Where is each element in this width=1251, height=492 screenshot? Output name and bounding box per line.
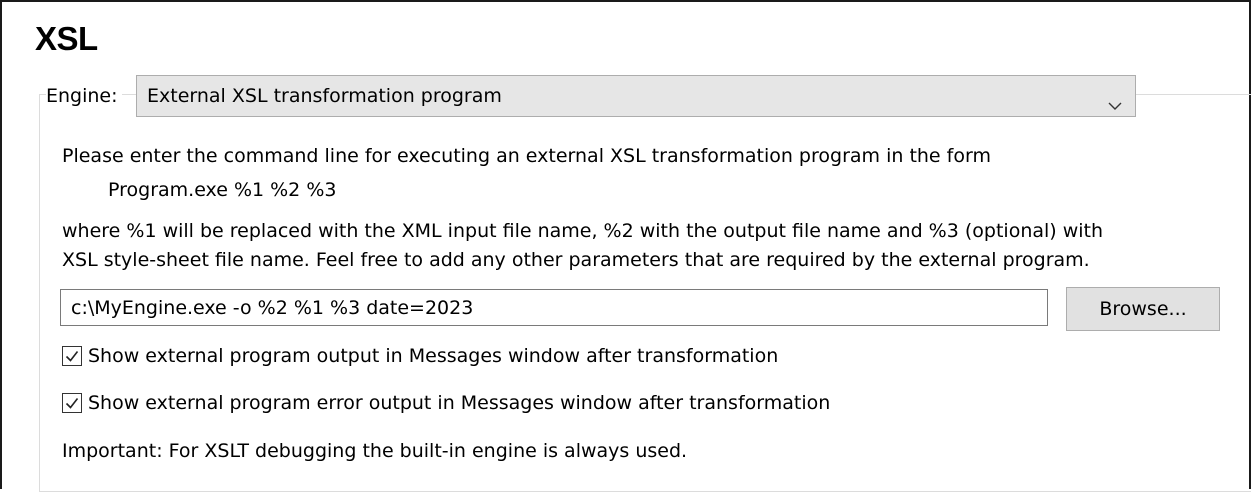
engine-selected-value: External XSL transformation program [147, 85, 502, 107]
command-example: Program.exe %1 %2 %3 [108, 179, 337, 201]
show-output-checkbox-label: Show external program output in Messages… [88, 345, 779, 367]
engine-label: Engine: [46, 84, 122, 108]
chevron-down-icon [1107, 88, 1123, 110]
debugging-note: Important: For XSLT debugging the built-… [62, 440, 688, 462]
show-output-checkbox[interactable] [62, 346, 82, 366]
instruction-line-3: XSL style-sheet file name. Feel free to … [62, 249, 1090, 271]
checkmark-icon [65, 398, 79, 409]
instruction-line-1: Please enter the command line for execut… [62, 145, 991, 167]
checkmark-icon [65, 351, 79, 362]
engine-dropdown[interactable]: External XSL transformation program [136, 75, 1136, 117]
show-error-output-checkbox[interactable] [62, 393, 82, 413]
section-title: XSL [35, 20, 98, 57]
command-line-input[interactable] [60, 289, 1048, 326]
show-error-output-checkbox-row[interactable]: Show external program error output in Me… [62, 390, 830, 416]
browse-button[interactable]: Browse... [1066, 287, 1220, 331]
show-error-output-checkbox-label: Show external program error output in Me… [88, 392, 831, 414]
instruction-line-2: where %1 will be replaced with the XML i… [62, 220, 1104, 242]
show-output-checkbox-row[interactable]: Show external program output in Messages… [62, 343, 778, 369]
